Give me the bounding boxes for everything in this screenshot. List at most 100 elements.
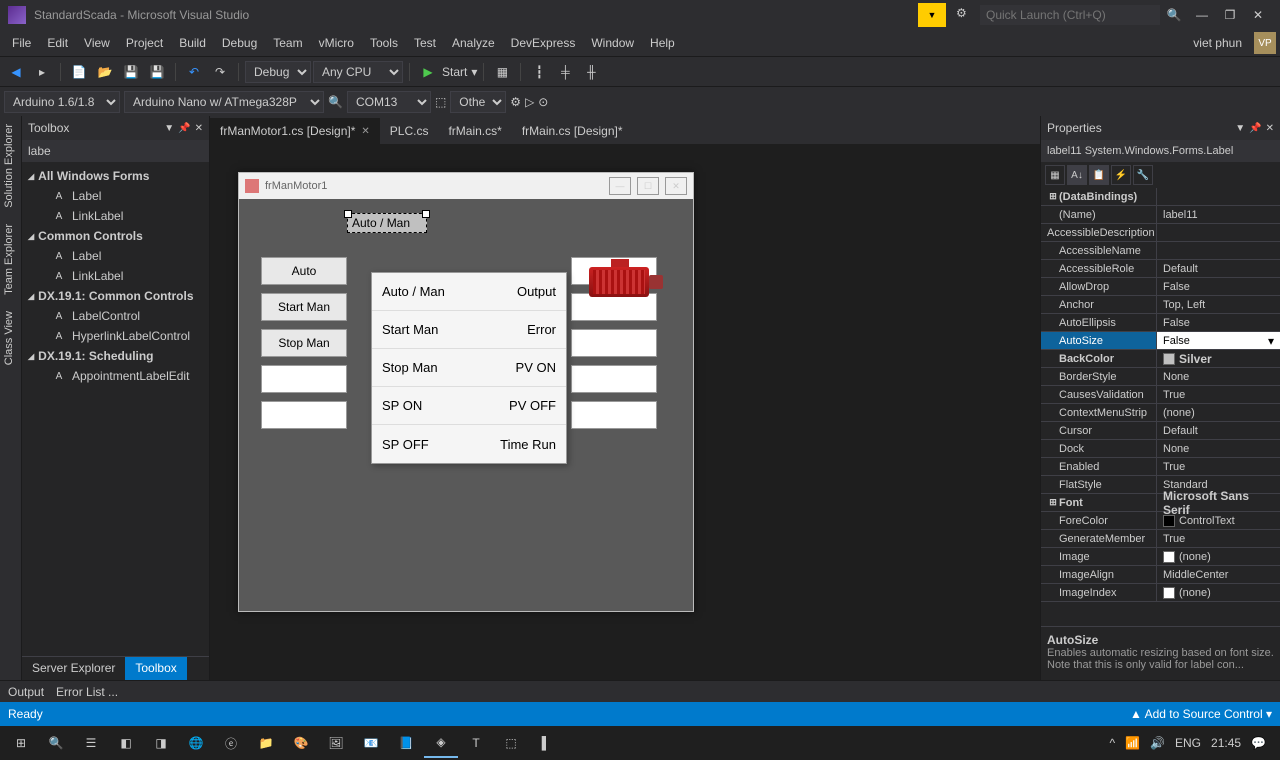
vtab[interactable]: Team Explorer — [0, 216, 21, 303]
align-icon[interactable]: ╪ — [553, 60, 577, 84]
user-avatar[interactable]: VP — [1254, 32, 1276, 54]
form-button[interactable]: Auto — [261, 257, 347, 285]
back-button[interactable]: ◀ — [4, 60, 28, 84]
panel-dropdown-icon[interactable]: ▼ — [1235, 123, 1245, 134]
dropdown-row[interactable]: SP OFFTime Run — [372, 425, 566, 463]
tray-volume-icon[interactable]: 🔊 — [1150, 736, 1165, 750]
dropdown-row[interactable]: Start ManError — [372, 311, 566, 349]
new-project-icon[interactable]: 📄 — [67, 60, 91, 84]
search-icon[interactable]: 🔍 — [1160, 3, 1188, 27]
form-min-button[interactable]: — — [609, 177, 631, 195]
start-button[interactable]: ▶ — [416, 60, 440, 84]
property-row[interactable]: ImageAlignMiddleCenter — [1041, 566, 1280, 584]
menu-team[interactable]: Team — [265, 32, 310, 54]
toolbox-tab[interactable]: Server Explorer — [22, 657, 125, 680]
toolbox-group[interactable]: DX.19.1: Common Controls — [22, 286, 209, 306]
explorer-icon[interactable]: 📁 — [249, 728, 283, 758]
toolbox-item[interactable]: ALabelControl — [22, 306, 209, 326]
property-row[interactable]: DockNone — [1041, 440, 1280, 458]
menu-analyze[interactable]: Analyze — [444, 32, 503, 54]
property-row[interactable]: (Name)label11 — [1041, 206, 1280, 224]
tray-lang[interactable]: ENG — [1175, 736, 1201, 750]
align-icon[interactable]: ╫ — [579, 60, 603, 84]
panel-dropdown-icon[interactable]: ▼ — [164, 123, 174, 134]
doc-tab[interactable]: PLC.cs — [380, 118, 439, 144]
menu-edit[interactable]: Edit — [39, 32, 76, 54]
events-icon[interactable]: ⚡ — [1111, 165, 1131, 185]
vtab[interactable]: Solution Explorer — [0, 116, 21, 216]
form-input[interactable] — [571, 329, 657, 357]
notification-flag-icon[interactable] — [918, 3, 946, 27]
vtab[interactable]: Class View — [0, 303, 21, 373]
feedback-icon[interactable]: ⚙ — [956, 6, 974, 24]
form-input[interactable] — [571, 365, 657, 393]
quick-launch-input[interactable] — [980, 5, 1160, 25]
tool-icon[interactable]: ▦ — [490, 60, 514, 84]
form-button[interactable] — [261, 401, 347, 429]
gear-icon[interactable]: ⚙ — [510, 95, 521, 109]
form-button[interactable] — [261, 365, 347, 393]
dropdown-row[interactable]: Auto / ManOutput — [372, 273, 566, 311]
dropdown-row[interactable]: Stop ManPV ON — [372, 349, 566, 387]
user-name[interactable]: viet phun — [1185, 32, 1250, 54]
menu-view[interactable]: View — [76, 32, 118, 54]
search-icon[interactable]: 🔍 — [328, 95, 343, 109]
property-row[interactable]: GenerateMemberTrue — [1041, 530, 1280, 548]
app-icon[interactable]: ▌ — [529, 728, 563, 758]
props-icon[interactable]: 📋 — [1089, 165, 1109, 185]
toolbox-item[interactable]: AHyperlinkLabelControl — [22, 326, 209, 346]
menu-file[interactable]: File — [4, 32, 39, 54]
other-select[interactable]: Other — [450, 91, 506, 113]
label-dropdown[interactable]: Auto / ManOutputStart ManErrorStop ManPV… — [371, 272, 567, 464]
redo-icon[interactable]: ↷ — [208, 60, 232, 84]
tray-notif-icon[interactable]: 💬 — [1251, 736, 1266, 750]
tray-chevron-icon[interactable]: ^ — [1109, 736, 1115, 750]
open-icon[interactable]: 📂 — [93, 60, 117, 84]
port-select[interactable]: COM13 — [347, 91, 431, 113]
play-circle-icon[interactable]: ⊙ — [538, 95, 548, 109]
property-row[interactable]: Image(none) — [1041, 548, 1280, 566]
selected-label-control[interactable]: Auto / Man — [347, 213, 427, 233]
align-icon[interactable]: ┇ — [527, 60, 551, 84]
config-select[interactable]: Debug — [245, 61, 311, 83]
toolbox-search-input[interactable] — [22, 140, 209, 162]
forward-button[interactable]: ▸ — [30, 60, 54, 84]
property-row[interactable]: AccessibleName — [1041, 242, 1280, 260]
menu-build[interactable]: Build — [171, 32, 214, 54]
property-row[interactable]: EnabledTrue — [1041, 458, 1280, 476]
form-input[interactable] — [571, 401, 657, 429]
menu-devexpress[interactable]: DevExpress — [503, 32, 584, 54]
form-close-button[interactable]: ✕ — [665, 177, 687, 195]
platform-select[interactable]: Any CPU — [313, 61, 403, 83]
maximize-button[interactable]: ❐ — [1216, 3, 1244, 27]
property-row[interactable]: ⊞FontMicrosoft Sans Serif — [1041, 494, 1280, 512]
app-icon[interactable]: 📘 — [389, 728, 423, 758]
chrome-icon[interactable]: 🌐 — [179, 728, 213, 758]
doc-tab[interactable]: frMain.cs* — [438, 118, 511, 144]
toolbox-group[interactable]: All Windows Forms — [22, 166, 209, 186]
app-icon[interactable]: 🎨 — [284, 728, 318, 758]
upload-icon[interactable]: ⬚ — [435, 95, 446, 109]
start-icon[interactable]: ⊞ — [4, 728, 38, 758]
property-row[interactable]: ⊞(DataBindings) — [1041, 188, 1280, 206]
property-row[interactable]: AccessibleDescription — [1041, 224, 1280, 242]
property-row[interactable]: BackColorSilver — [1041, 350, 1280, 368]
doc-tab[interactable]: frManMotor1.cs [Design]* ✕ — [210, 118, 380, 144]
categorized-icon[interactable]: ▦ — [1045, 165, 1065, 185]
toolbox-group[interactable]: Common Controls — [22, 226, 209, 246]
taskview-icon[interactable]: ☰ — [74, 728, 108, 758]
toolbox-item[interactable]: ALinkLabel — [22, 206, 209, 226]
menu-tools[interactable]: Tools — [362, 32, 406, 54]
designer-form[interactable]: frManMotor1 — ☐ ✕ Auto / Man AutoStart M… — [238, 172, 694, 612]
output-tab[interactable]: Output — [8, 685, 44, 699]
undo-icon[interactable]: ↶ — [182, 60, 206, 84]
menu-vmicro[interactable]: vMicro — [311, 32, 362, 54]
add-source-control[interactable]: ▲ Add to Source Control ▾ — [1130, 707, 1272, 721]
start-label[interactable]: Start — [442, 65, 467, 79]
close-icon[interactable]: ✕ — [1266, 123, 1274, 134]
property-row[interactable]: AutoSizeFalse▾ — [1041, 332, 1280, 350]
app-icon[interactable]: 🖼 — [319, 728, 353, 758]
form-max-button[interactable]: ☐ — [637, 177, 659, 195]
doc-tab[interactable]: frMain.cs [Design]* — [512, 118, 633, 144]
tray-wifi-icon[interactable]: 📶 — [1125, 736, 1140, 750]
